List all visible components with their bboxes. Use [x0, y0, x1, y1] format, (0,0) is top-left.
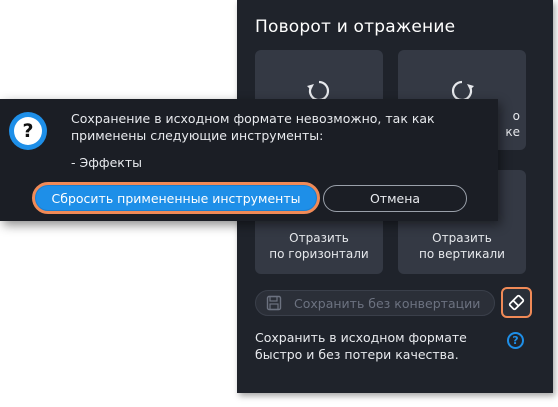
help-icon[interactable]: ? — [507, 332, 524, 349]
applied-tools-list: - Эффекты — [71, 155, 142, 170]
panel-title: Поворот и отражение — [255, 17, 456, 37]
save-hint-text: Сохранить в исходном формате быстро и бе… — [255, 330, 467, 362]
cancel-button[interactable]: Отмена — [323, 185, 467, 212]
question-icon: ? — [9, 112, 47, 150]
tile-label-line1: Отразить — [432, 231, 492, 245]
save-button-label: Сохранить без конвертации — [294, 296, 481, 311]
tile-label-line2: по горизонтали — [269, 247, 369, 261]
save-without-conversion-button[interactable]: Сохранить без конвертации — [255, 290, 495, 316]
reset-tools-icon-button[interactable] — [501, 287, 532, 318]
eraser-icon — [508, 294, 525, 311]
tile-label-line1: Отразить — [289, 231, 349, 245]
tile-label-line2: по вертикали — [419, 247, 505, 261]
dialog-message: Сохранение в исходном формате невозможно… — [71, 111, 435, 143]
floppy-disk-icon — [266, 295, 282, 311]
warning-dialog: ? Сохранение в исходном формате невозмож… — [0, 99, 498, 221]
question-mark: ? — [14, 117, 42, 145]
reset-tools-button[interactable]: Сбросить примененные инструменты — [32, 182, 320, 214]
